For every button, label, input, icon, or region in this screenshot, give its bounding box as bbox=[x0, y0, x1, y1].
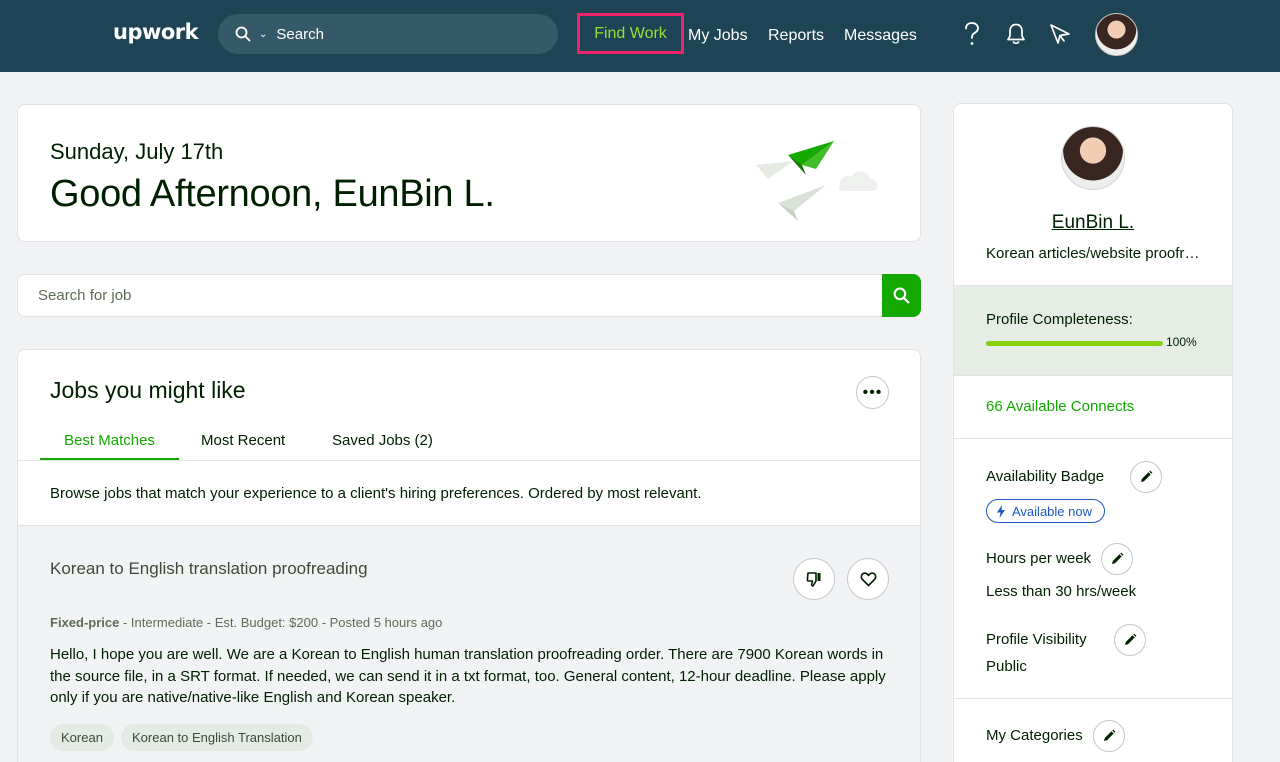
jobs-section-title: Jobs you might like bbox=[50, 377, 246, 403]
profile-visibility-value: Public bbox=[986, 658, 1027, 675]
help-icon[interactable] bbox=[960, 21, 984, 47]
tabs-divider bbox=[18, 460, 920, 461]
profile-avatar[interactable] bbox=[1061, 126, 1125, 190]
paper-planes-illustration bbox=[756, 141, 878, 221]
skill-tag-korean-english-translation[interactable]: Korean to English Translation bbox=[121, 724, 313, 751]
user-avatar[interactable] bbox=[1095, 13, 1138, 56]
tab-most-recent[interactable]: Most Recent bbox=[201, 432, 285, 449]
edit-hours-button[interactable] bbox=[1101, 543, 1133, 575]
profile-tagline: Korean articles/website proofreading bbox=[986, 245, 1206, 262]
thumbs-down-icon bbox=[806, 572, 821, 587]
hours-per-week-label: Hours per week bbox=[986, 550, 1092, 567]
save-job-button[interactable] bbox=[847, 558, 889, 600]
more-options-button[interactable]: ••• bbox=[856, 376, 889, 409]
job-search-bar: Search for job bbox=[17, 274, 921, 317]
profile-sidebar: EunBin L. Korean articles/website proofr… bbox=[953, 103, 1233, 762]
browse-description: Browse jobs that match your experience t… bbox=[50, 485, 702, 502]
edit-visibility-button[interactable] bbox=[1114, 624, 1146, 656]
job-meta-details: - Intermediate - Est. Budget: $200 - Pos… bbox=[119, 615, 443, 630]
skill-tag-korean[interactable]: Korean bbox=[50, 724, 114, 751]
greeting-message: Good Afternoon, EunBin L. bbox=[50, 173, 495, 215]
job-search-input[interactable]: Search for job bbox=[17, 274, 882, 317]
profile-completeness-panel: Profile Completeness: 100% bbox=[954, 286, 1232, 375]
upwork-logo[interactable]: upwork bbox=[113, 20, 199, 44]
profile-completeness-fill bbox=[986, 341, 1163, 346]
dislike-button[interactable] bbox=[793, 558, 835, 600]
send-icon[interactable] bbox=[1048, 21, 1072, 47]
pencil-icon bbox=[1112, 552, 1124, 564]
search-icon bbox=[893, 287, 910, 304]
available-now-label: Available now bbox=[1012, 503, 1092, 519]
job-search-button[interactable] bbox=[882, 274, 921, 317]
available-now-badge[interactable]: Available now bbox=[986, 499, 1105, 523]
profile-completeness-percent: 100% bbox=[1166, 335, 1197, 349]
divider bbox=[954, 698, 1232, 699]
profile-completeness-bar bbox=[986, 341, 1163, 346]
edit-availability-button[interactable] bbox=[1130, 461, 1162, 493]
profile-name-link[interactable]: EunBin L. bbox=[954, 212, 1232, 234]
job-type: Fixed-price bbox=[50, 615, 120, 630]
tab-saved-jobs[interactable]: Saved Jobs (2) bbox=[332, 432, 433, 449]
lightning-icon bbox=[997, 504, 1005, 518]
bell-icon[interactable] bbox=[1004, 21, 1028, 47]
chevron-down-icon[interactable]: ⌄ bbox=[259, 29, 267, 40]
job-tile[interactable]: Korean to English translation proofreadi… bbox=[18, 526, 920, 762]
pencil-icon bbox=[1141, 470, 1153, 482]
divider bbox=[954, 375, 1232, 376]
heart-icon bbox=[860, 572, 876, 587]
available-connects-link[interactable]: 66 Available Connects bbox=[986, 398, 1134, 415]
greeting-card: Sunday, July 17th Good Afternoon, EunBin… bbox=[17, 104, 921, 242]
nav-find-work[interactable]: Find Work bbox=[577, 13, 684, 54]
job-description: Hello, I hope you are well. We are a Kor… bbox=[50, 646, 886, 706]
search-icon bbox=[235, 26, 251, 42]
pencil-icon bbox=[1125, 633, 1137, 645]
nav-reports[interactable]: Reports bbox=[768, 0, 824, 72]
greeting-date: Sunday, July 17th bbox=[50, 139, 224, 164]
profile-visibility-label: Profile Visibility bbox=[986, 631, 1087, 648]
profile-completeness-label: Profile Completeness: bbox=[986, 311, 1133, 328]
jobs-card: Jobs you might like ••• Best Matches Mos… bbox=[17, 349, 921, 762]
availability-badge-label: Availability Badge bbox=[986, 468, 1105, 485]
global-search-placeholder: Search bbox=[276, 25, 324, 43]
divider bbox=[954, 438, 1232, 439]
top-nav-bar: upwork ⌄ Search Find Work My Jobs Report… bbox=[0, 0, 1280, 72]
my-categories-label: My Categories bbox=[986, 727, 1083, 744]
nav-messages[interactable]: Messages bbox=[844, 0, 917, 72]
job-meta: Fixed-price - Intermediate - Est. Budget… bbox=[50, 615, 442, 630]
pencil-icon bbox=[1104, 729, 1116, 741]
edit-categories-button[interactable] bbox=[1093, 720, 1125, 752]
job-title[interactable]: Korean to English translation proofreadi… bbox=[50, 559, 368, 579]
hours-per-week-value: Less than 30 hrs/week bbox=[986, 583, 1137, 600]
tab-best-matches[interactable]: Best Matches bbox=[40, 432, 179, 461]
global-search-bar[interactable]: ⌄ Search bbox=[218, 14, 558, 54]
nav-my-jobs[interactable]: My Jobs bbox=[688, 0, 748, 72]
